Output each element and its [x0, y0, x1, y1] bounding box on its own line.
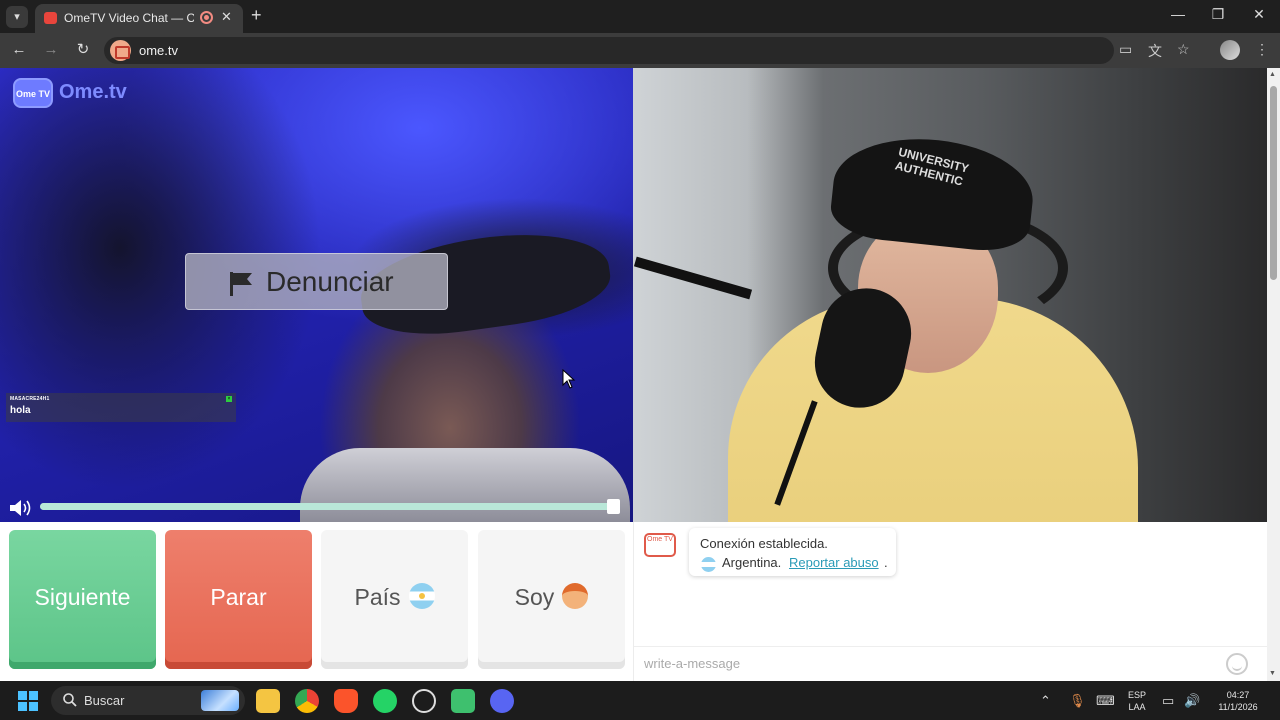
- microphone-arm: [633, 256, 753, 300]
- profile-avatar[interactable]: [1220, 40, 1240, 60]
- search-highlight-image: [201, 690, 239, 711]
- search-icon: [63, 693, 77, 707]
- scrollbar-thumb[interactable]: [1270, 86, 1277, 280]
- search-label: Buscar: [84, 693, 125, 708]
- stop-button[interactable]: Parar: [165, 530, 312, 669]
- close-window-button[interactable]: ✕: [1249, 6, 1269, 23]
- argentina-flag-icon: [408, 582, 435, 609]
- next-label: Siguiente: [34, 584, 131, 610]
- connection-status: Conexión establecida.: [700, 536, 828, 551]
- chat-username: MASACRE24H1: [10, 396, 50, 402]
- back-arrow-icon[interactable]: ←: [8, 39, 30, 61]
- address-bar[interactable]: ome.tv: [104, 37, 1114, 64]
- ometv-system-icon: Ome TV: [644, 533, 676, 557]
- boy-icon: [562, 582, 589, 609]
- clock-time: 04:27: [1226, 690, 1250, 700]
- text-chat-panel: Ome TV Conexión establecida. Argentina. …: [633, 522, 1268, 681]
- volume-slider[interactable]: [40, 499, 620, 514]
- ometv-logo[interactable]: Ome TV Ome.tv: [13, 76, 133, 110]
- volume-icon[interactable]: [8, 498, 36, 518]
- remote-person-shirt: [300, 448, 630, 522]
- speaker-icon[interactable]: 🔊: [1184, 693, 1200, 709]
- chat-controls: Siguiente Parar País Soy: [0, 522, 633, 681]
- taskbar-search[interactable]: Buscar: [51, 686, 245, 715]
- obs-icon[interactable]: [412, 689, 436, 713]
- new-tab-button[interactable]: +: [251, 5, 262, 26]
- gender-label: Soy: [514, 584, 555, 610]
- volume-handle[interactable]: [607, 499, 620, 514]
- clock-date: 11/1/2026: [1218, 702, 1258, 712]
- emoji-icon[interactable]: [1226, 653, 1248, 675]
- report-abuse-link[interactable]: Reportar abuso: [789, 555, 879, 570]
- stranger-country: Argentina.: [722, 555, 782, 570]
- chrome-icon[interactable]: [295, 689, 319, 713]
- clock[interactable]: 04:27 11/1/2026: [1210, 689, 1266, 713]
- page-scrollbar[interactable]: ▲ ▼: [1267, 68, 1280, 681]
- youtube-favicon-icon: [44, 12, 57, 24]
- message-placeholder: write-a-message: [644, 656, 741, 671]
- remote-video: Ome TV Ome.tv Denunciar MASACRE24H1 hola…: [0, 68, 633, 522]
- language-bottom: LAA: [1128, 702, 1146, 712]
- forward-arrow-icon[interactable]: →: [40, 39, 62, 61]
- logo-text: Ome.tv: [59, 81, 127, 103]
- tab-ometv[interactable]: OmeTV Video Chat — Omegle ✕: [35, 4, 243, 33]
- input-language[interactable]: ESP LAA: [1122, 689, 1152, 713]
- close-tab-icon[interactable]: ✕: [221, 9, 232, 25]
- next-button[interactable]: Siguiente: [9, 530, 156, 669]
- cap-text: UNIVERSITY AUTHENTIC: [893, 144, 971, 189]
- browser-toolbar: ← → ↻ ome.tv ▭ 文 ☆ ⋮: [0, 33, 1280, 68]
- flag-icon: [230, 272, 252, 296]
- recording-indicator-icon: [200, 11, 213, 24]
- language-top: ESP: [1127, 690, 1146, 700]
- page-viewport: Ome TV Ome.tv Denunciar MASACRE24H1 hola…: [0, 68, 1280, 681]
- tab-title: OmeTV Video Chat — Omegle: [64, 11, 194, 25]
- report-button[interactable]: Denunciar: [185, 253, 448, 310]
- network-icon[interactable]: ▭: [1162, 693, 1174, 709]
- browser-tab-strip: ▾ OmeTV Video Chat — Omegle ✕ + — ❐ ✕: [0, 0, 1280, 33]
- argentina-flag-icon: [701, 557, 716, 572]
- period: .: [884, 555, 888, 570]
- show-hidden-icons-icon[interactable]: ⌃: [1040, 693, 1051, 709]
- translate-icon[interactable]: 文: [1148, 41, 1162, 61]
- scroll-down-icon[interactable]: ▼: [1269, 670, 1276, 677]
- site-info-icon[interactable]: [110, 40, 131, 61]
- mouse-cursor-icon: [562, 369, 576, 389]
- minimize-button[interactable]: —: [1168, 6, 1188, 22]
- windows-start-icon[interactable]: [17, 690, 39, 712]
- stop-label: Parar: [210, 584, 267, 610]
- discord-icon[interactable]: [490, 689, 514, 713]
- local-video: UNIVERSITY AUTHENTIC: [633, 68, 1267, 522]
- android-app-icon[interactable]: [451, 689, 475, 713]
- country-label: País: [354, 584, 401, 610]
- incoming-chat-overlay: MASACRE24H1 hola ×: [6, 393, 236, 422]
- country-button[interactable]: País: [321, 530, 468, 669]
- report-label: Denunciar: [266, 266, 394, 297]
- scroll-up-icon[interactable]: ▲: [1269, 71, 1276, 78]
- microphone-in-use-icon[interactable]: 🎙: [1069, 693, 1086, 709]
- browser-menu-icon[interactable]: ⋮: [1255, 41, 1269, 58]
- logo-badge: Ome TV: [13, 78, 53, 108]
- install-app-icon[interactable]: ▭: [1119, 41, 1132, 58]
- maximize-button[interactable]: ❐: [1208, 6, 1228, 23]
- bookmark-star-icon[interactable]: ☆: [1177, 41, 1190, 58]
- system-message: Conexión establecida. Argentina. Reporta…: [689, 528, 896, 576]
- url-text: ome.tv: [139, 43, 179, 58]
- keyboard-icon[interactable]: ⌨: [1096, 693, 1115, 709]
- file-explorer-icon[interactable]: [256, 689, 280, 713]
- close-overlay-icon[interactable]: ×: [226, 396, 232, 402]
- windows-taskbar: Buscar ⌃ 🎙 ⌨ ESP LAA ▭ 🔊 04:27 11/1/2026: [0, 681, 1280, 720]
- chat-message: hola: [10, 405, 31, 416]
- reload-icon[interactable]: ↻: [72, 39, 94, 61]
- volume-level: [40, 503, 614, 510]
- gender-button[interactable]: Soy: [478, 530, 625, 669]
- message-input[interactable]: write-a-message: [634, 646, 1268, 681]
- tab-search-menu-button[interactable]: ▾: [6, 6, 28, 28]
- whatsapp-icon[interactable]: [373, 689, 397, 713]
- brave-icon[interactable]: [334, 689, 358, 713]
